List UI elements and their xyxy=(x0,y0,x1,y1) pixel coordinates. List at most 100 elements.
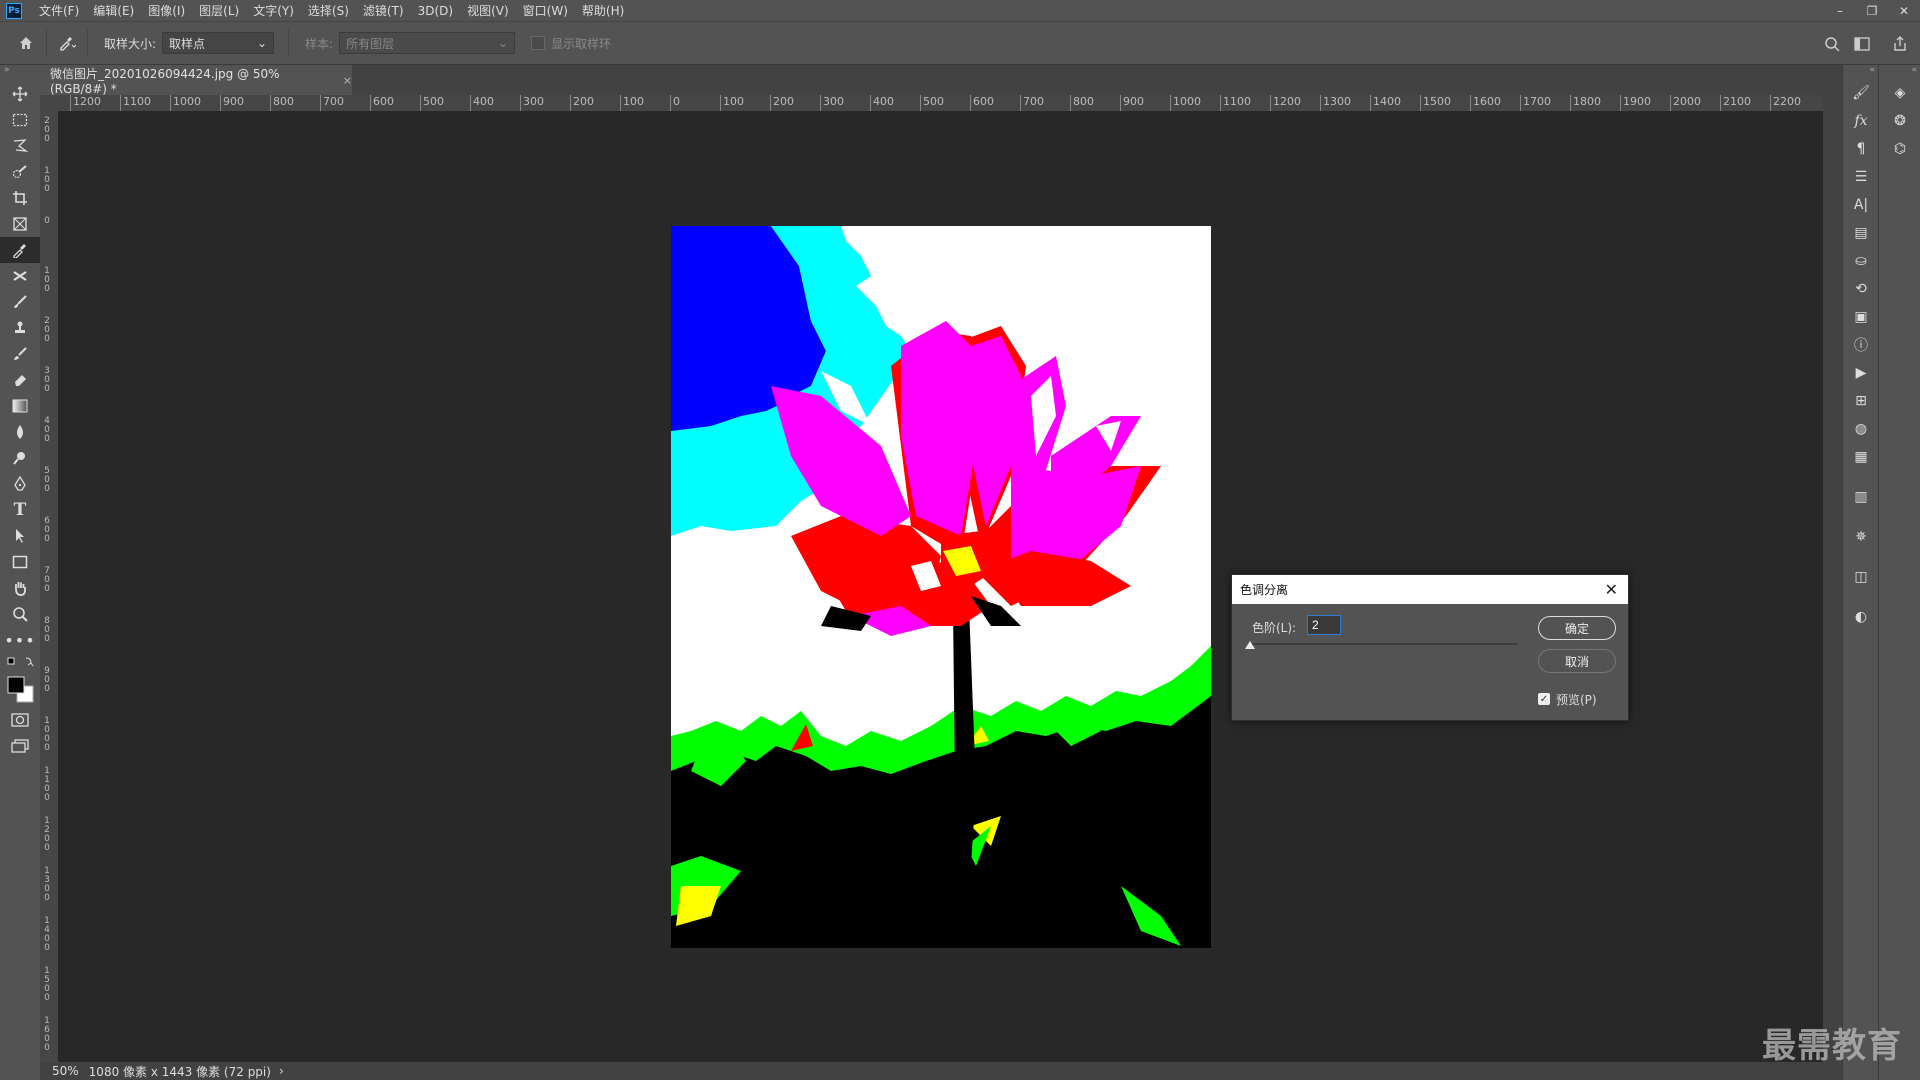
channels-icon[interactable]: ❂ xyxy=(1879,107,1920,135)
paths-icon[interactable]: ⌬ xyxy=(1879,135,1920,163)
eyedropper-preset-icon[interactable] xyxy=(53,29,81,57)
blur-tool-icon[interactable] xyxy=(0,419,40,445)
properties-icon[interactable]: ▤ xyxy=(1843,219,1879,247)
ruler-tick-label: 1500 xyxy=(1420,95,1451,111)
menu-type[interactable]: 文字(Y) xyxy=(246,2,301,19)
crop-tool-icon[interactable] xyxy=(0,185,40,211)
gradient-panel-icon[interactable]: ◐ xyxy=(1843,603,1879,631)
minimize-button[interactable]: – xyxy=(1824,0,1856,21)
menu-select[interactable]: 选择(S) xyxy=(301,2,356,19)
collapse-arrows-icon[interactable]: « xyxy=(1879,65,1920,79)
adjustments-icon[interactable]: ☰ xyxy=(1843,163,1879,191)
quick-mask-icon[interactable] xyxy=(0,707,40,733)
type-tool-icon[interactable]: T xyxy=(0,497,40,523)
history-brush-tool-icon[interactable] xyxy=(0,341,40,367)
menu-layer[interactable]: 图层(L) xyxy=(192,2,246,19)
menu-window[interactable]: 窗口(W) xyxy=(516,2,575,19)
vertical-ruler[interactable]: 200 100 0 100 200 300 400 500 600 700 800 900 1000 11… xyxy=(40,111,59,1064)
color-swatches-icon[interactable] xyxy=(0,671,40,707)
healing-tool-icon[interactable] xyxy=(0,263,40,289)
3d-icon[interactable]: ✵ xyxy=(1843,523,1879,551)
levels-slider-track[interactable] xyxy=(1249,643,1517,645)
frame-tool-icon[interactable] xyxy=(0,211,40,237)
clone-source-icon[interactable]: ⛀ xyxy=(1843,247,1879,275)
restore-button[interactable]: ❐ xyxy=(1856,0,1888,21)
brush-settings-icon[interactable]: 🖌 xyxy=(1843,79,1879,107)
sample-size-select[interactable]: 取样点 ⌄ xyxy=(162,32,275,54)
eraser-tool-icon[interactable] xyxy=(0,367,40,393)
styles-fx-icon[interactable]: fx xyxy=(1843,107,1879,135)
info-icon[interactable]: ⓘ xyxy=(1843,331,1879,359)
paragraph-icon[interactable]: ¶ xyxy=(1843,135,1879,163)
cancel-button[interactable]: 取消 xyxy=(1538,649,1616,673)
close-tab-icon[interactable]: × xyxy=(343,74,352,87)
notes-icon[interactable]: ▥ xyxy=(1843,483,1879,511)
marquee-tool-icon[interactable] xyxy=(0,107,40,133)
document-dimensions[interactable]: 1080 像素 x 1443 像素 (72 ppi) xyxy=(89,1063,271,1080)
show-sampling-ring-checkbox[interactable] xyxy=(531,36,546,50)
preview-checkbox[interactable]: ✓ xyxy=(1538,693,1550,705)
swap-colors-icon[interactable] xyxy=(0,653,40,671)
menu-file[interactable]: 文件(F) xyxy=(32,2,86,19)
menu-edit[interactable]: 编辑(E) xyxy=(86,2,141,19)
workspace-icon[interactable] xyxy=(1848,30,1876,58)
history-icon[interactable]: ⟲ xyxy=(1843,275,1879,303)
home-icon[interactable] xyxy=(12,29,40,57)
close-window-button[interactable]: ✕ xyxy=(1888,0,1920,21)
separator xyxy=(46,30,47,56)
ruler-tick-label: 0 xyxy=(670,95,680,111)
sample-label: 样本: xyxy=(305,36,334,51)
ruler-tick-label: 1700 xyxy=(1520,95,1551,111)
sample-select[interactable]: 所有图层 ⌄ xyxy=(339,32,516,54)
menu-view[interactable]: 视图(V) xyxy=(460,2,516,19)
table-icon[interactable]: ▦ xyxy=(1843,443,1879,471)
right-panel-gutter xyxy=(1823,65,1842,1080)
swatches-icon[interactable]: ⊞ xyxy=(1843,387,1879,415)
levels-slider-thumb[interactable] xyxy=(1245,641,1255,649)
hand-tool-icon[interactable] xyxy=(0,575,40,601)
libraries-icon[interactable]: ▣ xyxy=(1843,303,1879,331)
actions-play-icon[interactable]: ▶ xyxy=(1843,359,1879,387)
collapse-arrows-icon[interactable]: « xyxy=(1843,65,1879,79)
ruler-tick-label: 600 xyxy=(370,95,394,111)
close-icon[interactable]: ✕ xyxy=(1605,580,1618,599)
lasso-tool-icon[interactable] xyxy=(0,133,40,159)
path-selection-tool-icon[interactable] xyxy=(0,523,40,549)
document-tab[interactable]: 微信图片_20201026094424.jpg @ 50%(RGB/8#) * … xyxy=(40,65,352,96)
screen-mode-icon[interactable] xyxy=(0,733,40,759)
layers-icon[interactable]: ◈ xyxy=(1879,79,1920,107)
horizontal-ruler[interactable]: 1200 1100 1000 900 800 700 600 500 400 300 200 100 0… xyxy=(58,95,1823,112)
ok-button[interactable]: 确定 xyxy=(1538,616,1616,640)
sample-value: 所有图层 xyxy=(346,36,395,51)
document-image[interactable] xyxy=(671,226,1211,948)
search-icon[interactable] xyxy=(1818,30,1846,58)
zoom-tool-icon[interactable] xyxy=(0,601,40,627)
more-tools-icon[interactable]: ••• xyxy=(0,627,40,653)
ruler-corner[interactable] xyxy=(40,95,58,111)
ruler-tick-label: 700 xyxy=(1020,95,1044,111)
ruler-tick-label: 400 xyxy=(470,95,494,111)
levels-input[interactable] xyxy=(1307,615,1341,635)
dialog-titlebar[interactable]: 色调分离 ✕ xyxy=(1232,575,1628,604)
menu-3d[interactable]: 3D(D) xyxy=(411,4,460,18)
character-icon[interactable]: A| xyxy=(1843,191,1879,219)
brush-tool-icon[interactable] xyxy=(0,289,40,315)
move-tool-icon[interactable] xyxy=(0,81,40,107)
pen-tool-icon[interactable] xyxy=(0,471,40,497)
rectangle-tool-icon[interactable] xyxy=(0,549,40,575)
eyedropper-tool-icon[interactable] xyxy=(0,237,40,263)
zoom-level[interactable]: 50% xyxy=(40,1064,89,1078)
menu-image[interactable]: 图像(I) xyxy=(141,2,192,19)
share-icon[interactable] xyxy=(1886,30,1914,58)
dodge-tool-icon[interactable] xyxy=(0,445,40,471)
quick-selection-tool-icon[interactable] xyxy=(0,159,40,185)
clone-stamp-tool-icon[interactable] xyxy=(0,315,40,341)
menu-filter[interactable]: 滤镜(T) xyxy=(356,2,411,19)
menu-help[interactable]: 帮助(H) xyxy=(575,2,631,19)
collapse-arrows-icon[interactable]: » xyxy=(0,65,40,75)
navigator-icon[interactable]: ◫ xyxy=(1843,563,1879,591)
status-bar: 50% 1080 像素 x 1443 像素 (72 ppi) › xyxy=(40,1062,1823,1080)
color-icon[interactable]: ◍ xyxy=(1843,415,1879,443)
gradient-tool-icon[interactable] xyxy=(0,393,40,419)
chevron-right-icon[interactable]: › xyxy=(279,1064,284,1078)
